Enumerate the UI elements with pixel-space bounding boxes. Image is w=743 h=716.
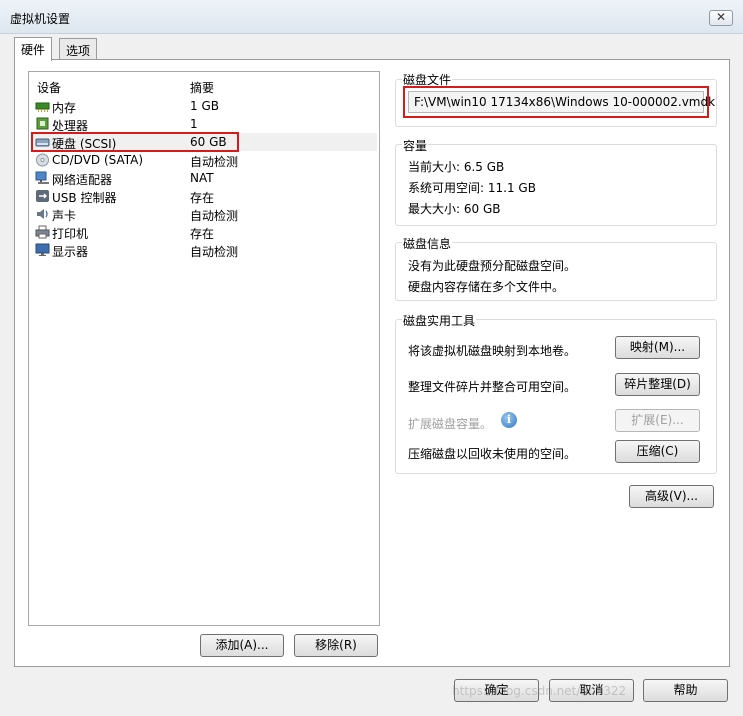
compact-button[interactable]: 压缩(C) bbox=[615, 440, 700, 463]
device-summary: 自动检测 bbox=[190, 245, 239, 259]
device-row-network-adapter[interactable]: 网络适配器 NAT bbox=[33, 169, 377, 187]
device-summary: 1 GB bbox=[190, 99, 219, 113]
device-summary: 自动检测 bbox=[190, 209, 239, 223]
advanced-button[interactable]: 高级(V)... bbox=[629, 485, 714, 508]
device-summary: 存在 bbox=[190, 227, 215, 241]
device-name: 显示器 bbox=[52, 245, 89, 259]
printer-icon bbox=[35, 225, 50, 239]
close-button[interactable]: ✕ bbox=[709, 10, 733, 26]
device-summary: 自动检测 bbox=[190, 155, 239, 169]
device-row-cd-dvd[interactable]: CD/DVD (SATA) 自动检测 bbox=[33, 151, 377, 169]
disk-utilities-title: 磁盘实用工具 bbox=[402, 312, 477, 329]
disk-info-title: 磁盘信息 bbox=[402, 235, 453, 252]
device-name: CD/DVD (SATA) bbox=[52, 153, 144, 167]
add-device-button[interactable]: 添加(A)... bbox=[200, 634, 284, 657]
disk-file-highlight: F:\VM\win10 17134x86\Windows 10-000002.v… bbox=[403, 86, 715, 118]
help-button[interactable]: 帮助 bbox=[643, 679, 728, 702]
memory-icon bbox=[35, 102, 50, 112]
tab-hardware[interactable]: 硬件 bbox=[14, 37, 53, 61]
network-adapter-icon bbox=[35, 171, 49, 184]
title-bar: 虚拟机设置 ✕ bbox=[0, 0, 743, 34]
device-name: 声卡 bbox=[52, 209, 77, 223]
map-text: 将该虚拟机磁盘映射到本地卷。 bbox=[408, 344, 577, 358]
defrag-button[interactable]: 碎片整理(D) bbox=[615, 373, 700, 396]
device-row-display[interactable]: 显示器 自动检测 bbox=[33, 241, 377, 259]
device-name: USB 控制器 bbox=[52, 191, 117, 205]
device-list[interactable]: 设备 摘要 内存 1 GB 处理器 1 硬盘 (SCSI) 60 GB CD/D… bbox=[28, 71, 380, 626]
tab-hardware-label: 硬件 bbox=[21, 43, 46, 57]
device-name: 打印机 bbox=[52, 227, 89, 241]
processor-icon bbox=[36, 117, 49, 130]
device-column-header[interactable]: 设备 bbox=[37, 79, 61, 96]
tab-options-label: 选项 bbox=[66, 44, 91, 58]
summary-column-header[interactable]: 摘要 bbox=[190, 79, 214, 96]
device-row-usb-controller[interactable]: USB 控制器 存在 bbox=[33, 187, 377, 205]
compact-text: 压缩磁盘以回收未使用的空间。 bbox=[408, 447, 577, 461]
hardware-panel: 设备 摘要 内存 1 GB 处理器 1 硬盘 (SCSI) 60 GB CD/D… bbox=[14, 59, 730, 667]
device-row-sound-card[interactable]: 声卡 自动检测 bbox=[33, 205, 377, 223]
expand-text: 扩展磁盘容量。 bbox=[408, 417, 493, 431]
disk-info-line1: 没有为此硬盘预分配磁盘空间。 bbox=[408, 259, 577, 273]
defrag-text: 整理文件碎片并整合可用空间。 bbox=[408, 380, 577, 394]
device-summary: 存在 bbox=[190, 191, 215, 205]
device-row-memory[interactable]: 内存 1 GB bbox=[33, 97, 377, 115]
disk-info-line2: 硬盘内容存储在多个文件中。 bbox=[408, 280, 565, 294]
max-size-text: 最大大小: 60 GB bbox=[408, 202, 501, 216]
device-name: 网络适配器 bbox=[52, 173, 113, 187]
expand-button[interactable]: 扩展(E)... bbox=[615, 409, 700, 432]
capacity-title: 容量 bbox=[402, 137, 429, 154]
device-summary: 1 bbox=[190, 117, 198, 131]
device-summary: NAT bbox=[190, 171, 214, 185]
device-name: 内存 bbox=[52, 101, 77, 115]
tab-options[interactable]: 选项 bbox=[59, 38, 98, 60]
free-space-text: 系统可用空间: 11.1 GB bbox=[408, 181, 536, 195]
usb-icon bbox=[36, 190, 49, 202]
device-row-printer[interactable]: 打印机 存在 bbox=[33, 223, 377, 241]
map-button[interactable]: 映射(M)... bbox=[615, 336, 700, 359]
device-row-processor[interactable]: 处理器 1 bbox=[33, 115, 377, 133]
hard-disk-highlight bbox=[31, 132, 239, 152]
disk-file-path[interactable]: F:\VM\win10 17134x86\Windows 10-000002.v… bbox=[408, 91, 715, 113]
close-icon: ✕ bbox=[715, 10, 727, 24]
window-title: 虚拟机设置 bbox=[10, 12, 71, 26]
sound-card-icon bbox=[37, 209, 48, 219]
watermark: https://blog.csdn.net/nb2322 bbox=[452, 684, 627, 698]
remove-device-button[interactable]: 移除(R) bbox=[294, 634, 378, 657]
display-icon bbox=[35, 243, 50, 256]
current-size-text: 当前大小: 6.5 GB bbox=[408, 160, 505, 174]
info-icon[interactable]: i bbox=[501, 412, 517, 428]
cd-dvd-icon bbox=[36, 153, 49, 167]
